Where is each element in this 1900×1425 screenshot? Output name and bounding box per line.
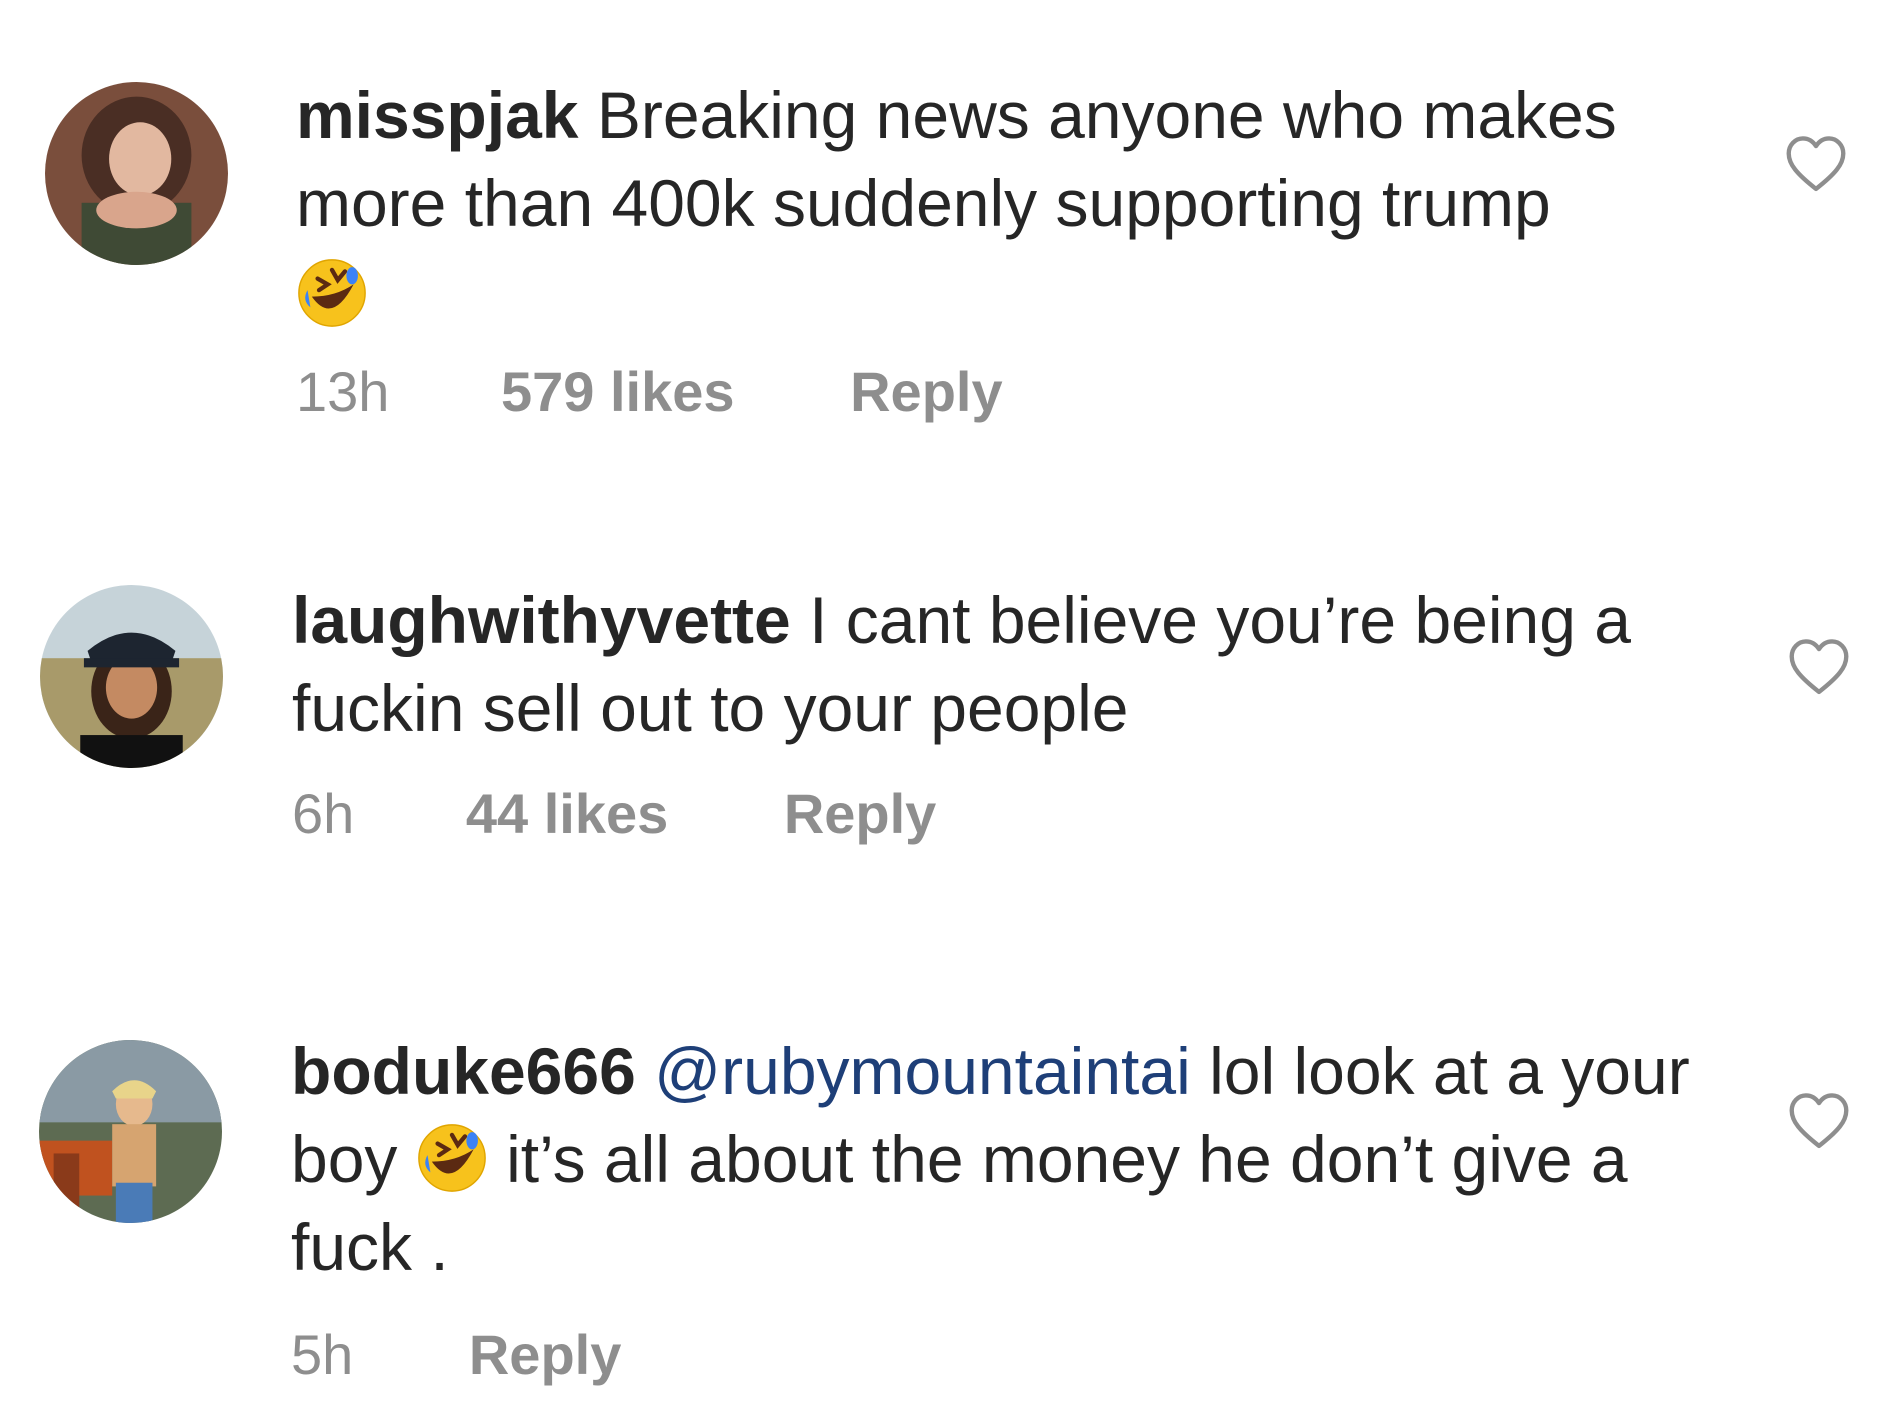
comment-text: boduke666 @rubymountaintai lol look at a… bbox=[291, 1027, 1751, 1291]
comment-timestamp: 6h bbox=[292, 782, 355, 845]
like-heart-icon[interactable] bbox=[1783, 133, 1849, 193]
avatar-image bbox=[39, 1040, 222, 1223]
rolling-on-floor-laughing-emoji-icon bbox=[296, 257, 368, 329]
reply-button[interactable]: Reply bbox=[469, 1325, 622, 1385]
comment-timestamp: 5h bbox=[291, 1323, 354, 1386]
comment-username[interactable]: misspjak bbox=[296, 78, 579, 152]
comment-username[interactable]: laughwithyvette bbox=[292, 583, 791, 657]
comment-likes-count[interactable]: 579 likes bbox=[501, 362, 735, 422]
reply-button[interactable]: Reply bbox=[784, 784, 937, 844]
reply-button[interactable]: Reply bbox=[850, 362, 1003, 422]
comment-meta: 6h 44 likes Reply bbox=[292, 784, 936, 844]
comment-likes-count[interactable]: 44 likes bbox=[466, 784, 668, 844]
like-heart-icon[interactable] bbox=[1786, 1090, 1852, 1150]
like-heart-icon[interactable] bbox=[1786, 636, 1852, 696]
comment-meta: 13h 579 likes Reply bbox=[296, 362, 1003, 422]
mention-link[interactable]: @rubymountaintai bbox=[654, 1034, 1191, 1108]
comment-text: laughwithyvette I cant believe you’re be… bbox=[292, 576, 1752, 752]
avatar-image bbox=[40, 585, 223, 768]
avatar[interactable] bbox=[45, 82, 228, 265]
rolling-on-floor-laughing-emoji-icon bbox=[416, 1122, 488, 1194]
comment-body-continued: it’s all about the money he don’t give a… bbox=[291, 1122, 1628, 1284]
avatar[interactable] bbox=[40, 585, 223, 768]
comment-timestamp: 13h bbox=[296, 360, 390, 423]
comment-username[interactable]: boduke666 bbox=[291, 1034, 636, 1108]
comment-meta: 5h Reply bbox=[291, 1325, 621, 1385]
avatar-image bbox=[45, 82, 228, 265]
comment-text: misspjak Breaking news anyone who makes … bbox=[296, 71, 1756, 338]
avatar[interactable] bbox=[39, 1040, 222, 1223]
